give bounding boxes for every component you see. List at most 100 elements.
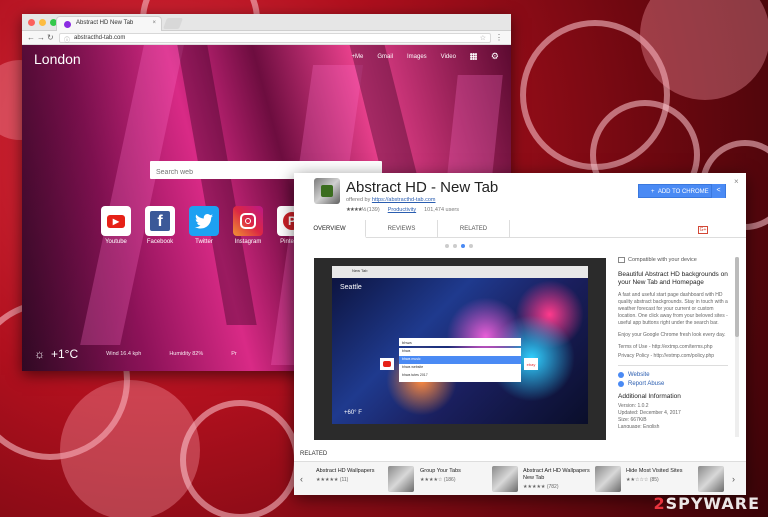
- related-thumbnail: [492, 466, 518, 492]
- offered-by-link[interactable]: https://abstracthd-tab.com: [372, 197, 436, 203]
- related-stars: ★★★★☆: [420, 477, 443, 483]
- tile-label: Facebook: [146, 239, 174, 245]
- address-bar[interactable]: ⓘ abstracthd-tab.com ☆: [59, 33, 491, 44]
- tile-twitter[interactable]: Twitter: [189, 206, 219, 245]
- compatible-text: Compatible with your device: [628, 257, 697, 263]
- carousel-dot[interactable]: [445, 244, 449, 248]
- updated-text: Updated: December 4, 2017: [618, 410, 681, 416]
- apps-grid-icon[interactable]: [469, 53, 477, 60]
- preview-browser-bar: New Tab: [332, 266, 588, 278]
- report-abuse-link[interactable]: Report Abuse: [618, 380, 728, 389]
- weather-bar: ☼ +1°C Wind 16.4 kph Humidity 82% Pr: [34, 347, 265, 361]
- bookmark-star-icon[interactable]: ☆: [480, 34, 486, 42]
- tile-youtube[interactable]: ▶ Youtube: [101, 206, 131, 245]
- related-thumbnail: [388, 466, 414, 492]
- extension-puzzle-icon: [314, 178, 340, 204]
- carousel-dot-active[interactable]: [461, 244, 465, 248]
- version-text: Version: 1.0.2: [618, 403, 649, 409]
- description-text-2: Enjoy your Google Chrome fresh look ever…: [618, 332, 726, 338]
- share-icon[interactable]: <: [711, 184, 725, 198]
- gmail-link[interactable]: Gmail: [377, 54, 393, 60]
- bokeh-circle: [180, 400, 300, 517]
- related-name: Group Your Tabs: [420, 468, 461, 474]
- menu-icon[interactable]: ⋮: [495, 33, 503, 42]
- description-heading: Beautiful Abstract HD backgrounds on you…: [618, 271, 728, 286]
- related-item[interactable]: Abstract HD Wallpapers ★★★★★ (11): [316, 466, 416, 492]
- related-name: Abstract HD Wallpapers: [316, 468, 375, 474]
- temperature: +1°C: [51, 347, 79, 361]
- forward-icon[interactable]: →: [37, 33, 45, 42]
- divider: [618, 365, 728, 366]
- youtube-icon: ▶: [101, 206, 131, 236]
- related-stars: ★★☆☆☆: [626, 477, 649, 483]
- carousel-dot[interactable]: [469, 244, 473, 248]
- tile-label: Youtube: [105, 239, 127, 245]
- title-bar: Abstract HD New Tab ×: [22, 14, 511, 31]
- related-heading: RELATED: [300, 451, 328, 457]
- tab-title: Abstract HD New Tab: [76, 20, 134, 26]
- city-name: London: [34, 51, 81, 67]
- category-link[interactable]: Productivity: [388, 207, 416, 213]
- preview-tab-title: New Tab: [352, 268, 368, 273]
- chevron-right-icon[interactable]: ›: [732, 474, 735, 484]
- browser-tab[interactable]: Abstract HD New Tab ×: [56, 16, 162, 31]
- related-item[interactable]: Group Your Tabs ★★★★☆ (186): [420, 466, 520, 492]
- screenshot-preview[interactable]: New Tab Seattle bhwa bhwa bhwa music bhw…: [314, 258, 606, 440]
- chevron-left-icon[interactable]: ‹: [300, 474, 303, 484]
- rating-count: (139): [366, 207, 380, 213]
- website-link[interactable]: Website: [618, 371, 728, 380]
- extension-detail-window: Abstract HD - New Tab offered by https:/…: [294, 173, 746, 495]
- google-plus-button[interactable]: G+: [698, 226, 708, 234]
- bokeh-circle: [60, 380, 200, 517]
- back-icon[interactable]: ←: [27, 33, 35, 42]
- description-text: A fast and useful start page dashboard w…: [618, 292, 728, 326]
- carousel-dot[interactable]: [453, 244, 457, 248]
- wind-info: Wind 16.4 kph: [106, 351, 142, 357]
- close-icon[interactable]: ×: [734, 177, 739, 186]
- related-item[interactable]: Abstract Art HD Wallpapers New Tab ★★★★★…: [523, 466, 623, 492]
- tab-related[interactable]: RELATED: [438, 220, 510, 238]
- language-text: Language: English: [618, 424, 660, 428]
- offered-by: offered by https://abstracthd-tab.com: [346, 197, 436, 203]
- home-icon: [618, 372, 624, 378]
- offered-by-label: offered by: [346, 197, 371, 203]
- description-panel: Compatible with your device Beautiful Ab…: [618, 257, 728, 428]
- favicon-icon: [64, 21, 71, 28]
- related-name: Abstract Art HD Wallpapers New Tab: [523, 468, 590, 481]
- watermark-logo: 2SPYWARE: [653, 494, 760, 513]
- tile-facebook[interactable]: f Facebook: [145, 206, 175, 245]
- plus-me-link[interactable]: +Me: [351, 54, 363, 60]
- extension-title: Abstract HD - New Tab: [346, 179, 499, 196]
- new-tab-button[interactable]: [162, 18, 184, 29]
- minimize-window-button[interactable]: [39, 19, 46, 26]
- tab-reviews[interactable]: REVIEWS: [366, 220, 438, 238]
- preview-search: bhwa: [399, 338, 521, 346]
- report-icon: [618, 381, 624, 387]
- report-abuse-label: Report Abuse: [628, 381, 665, 387]
- settings-gear-icon[interactable]: ⚙: [491, 51, 499, 62]
- close-tab-icon[interactable]: ×: [152, 20, 156, 26]
- scrollbar[interactable]: [735, 257, 739, 437]
- compatibility-note: Compatible with your device: [618, 257, 728, 263]
- related-item[interactable]: Hide Most Visited Sites ★★☆☆☆ (85): [626, 466, 726, 492]
- tile-instagram[interactable]: Instagram: [233, 206, 263, 245]
- info-icon[interactable]: ⓘ: [64, 35, 70, 44]
- device-icon: [618, 257, 625, 263]
- video-link[interactable]: Video: [441, 54, 456, 60]
- size-text: Size: 667KiB: [618, 417, 647, 423]
- preview-suggestion: bhwa music: [399, 356, 521, 364]
- related-count: (11): [339, 477, 349, 483]
- images-link[interactable]: Images: [407, 54, 427, 60]
- url-text: abstracthd-tab.com: [74, 35, 126, 41]
- watermark-text: SPYWARE: [665, 494, 760, 513]
- preview-city: Seattle: [340, 284, 362, 291]
- scrollbar-thumb[interactable]: [735, 257, 739, 337]
- related-stars: ★★★★★: [316, 477, 339, 483]
- close-window-button[interactable]: [28, 19, 35, 26]
- preview-suggestions: bhwa bhwa music bhwa website bhwa tutes …: [399, 348, 521, 382]
- preview-suggestion: bhwa website: [402, 365, 424, 369]
- terms-text: Terms of Use - http://extmp.com/terms.ph…: [618, 344, 713, 350]
- privacy-text: Privacy Policy - http://extmp.com/policy…: [618, 353, 715, 359]
- tab-overview[interactable]: OVERVIEW: [294, 220, 366, 238]
- reload-icon[interactable]: ↻: [47, 33, 54, 42]
